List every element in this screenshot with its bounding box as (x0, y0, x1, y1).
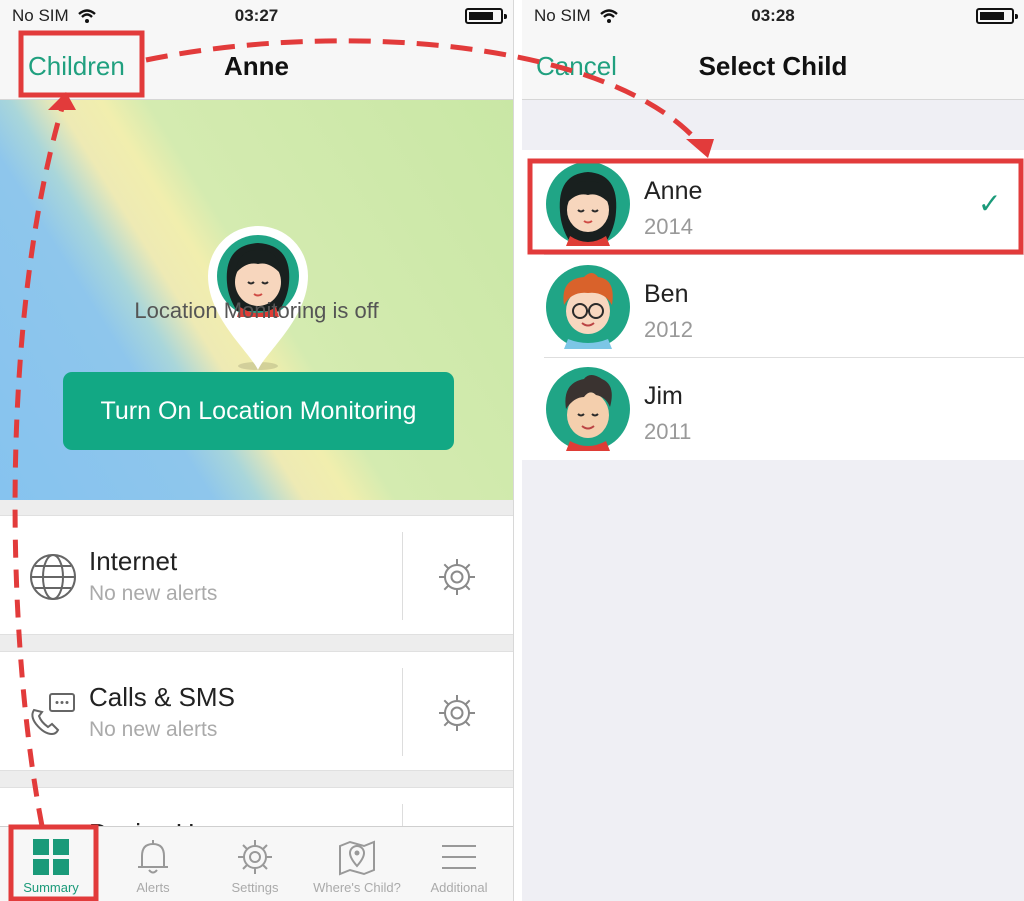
card-title: Calls & SMS (89, 682, 235, 712)
tab-alerts[interactable]: Alerts (102, 827, 204, 901)
globe-icon (30, 554, 76, 600)
selected-checkmark-icon: ✓ (978, 188, 1002, 219)
child-list: Anne 2014 ✓ Ben 2012 Jim 2011 (522, 150, 1024, 460)
tab-wheres-child[interactable]: Where's Child? (306, 827, 408, 901)
child-year: 2012 (644, 317, 693, 342)
child-row-anne[interactable]: Anne 2014 ✓ (522, 152, 1024, 255)
card-title: Internet (89, 546, 178, 576)
section-divider (0, 635, 513, 651)
calls-sms-card[interactable]: Calls & SMS No new alerts (0, 651, 513, 771)
status-time: 03:28 (751, 6, 795, 25)
page-title: Anne (224, 51, 289, 81)
phone-message-icon (31, 693, 75, 736)
section-divider (0, 500, 513, 515)
card-subtitle: No new alerts (89, 582, 218, 605)
section-divider (0, 771, 513, 787)
calls-settings-gear-icon[interactable] (436, 692, 478, 734)
child-avatar-jim (546, 367, 630, 451)
child-avatar-anne (546, 162, 630, 246)
gear-icon (238, 840, 272, 874)
right-screen: No SIM 03:28 Cancel Select Child Anne 20… (522, 0, 1024, 901)
tab-label: Where's Child? (313, 880, 401, 895)
child-row-ben[interactable]: Ben 2012 (522, 255, 1024, 358)
child-year: 2014 (644, 214, 693, 239)
page-title: Select Child (698, 51, 848, 81)
battery-icon (976, 8, 1018, 24)
status-time: 03:27 (234, 6, 279, 25)
card-subtitle: No new alerts (89, 718, 218, 741)
menu-icon (442, 845, 476, 869)
tab-label: Summary (23, 880, 79, 895)
status-bar: No SIM 03:27 (0, 0, 513, 32)
turn-on-location-monitoring-button[interactable]: Turn On Location Monitoring (63, 372, 454, 450)
card-divider (402, 532, 403, 620)
tab-label: Additional (430, 880, 488, 895)
child-name: Anne (644, 177, 703, 205)
internet-settings-gear-icon[interactable] (436, 556, 478, 598)
location-map: Location Monitoring is off Turn On Locat… (0, 100, 513, 500)
tab-bar: Summary Alerts Settings Where's Child? A… (0, 826, 513, 901)
tab-label: Alerts (136, 880, 170, 895)
child-year: 2011 (644, 419, 692, 444)
child-name: Ben (644, 280, 689, 308)
bell-icon (138, 840, 168, 874)
battery-icon (465, 8, 507, 24)
map-pin-icon (339, 840, 375, 876)
screen-gap (514, 0, 522, 901)
summary-grid-icon (33, 839, 69, 875)
tab-summary[interactable]: Summary (0, 827, 102, 901)
tab-settings[interactable]: Settings (204, 827, 306, 901)
nav-bar: Cancel Select Child (522, 32, 1024, 100)
left-screen: No SIM 03:27 Children Anne Location Moni… (0, 0, 514, 901)
tab-additional[interactable]: Additional (408, 827, 510, 901)
internet-card[interactable]: Internet No new alerts (0, 515, 513, 635)
location-status-text: Location Monitoring is off (134, 298, 379, 323)
child-row-jim[interactable]: Jim 2011 (522, 357, 1024, 460)
status-bar: No SIM 03:28 (522, 0, 1024, 32)
tab-label: Settings (231, 880, 279, 895)
child-avatar-ben (546, 265, 630, 349)
card-divider (402, 668, 403, 756)
child-name: Jim (644, 382, 683, 410)
nav-bar: Children Anne (0, 32, 513, 100)
